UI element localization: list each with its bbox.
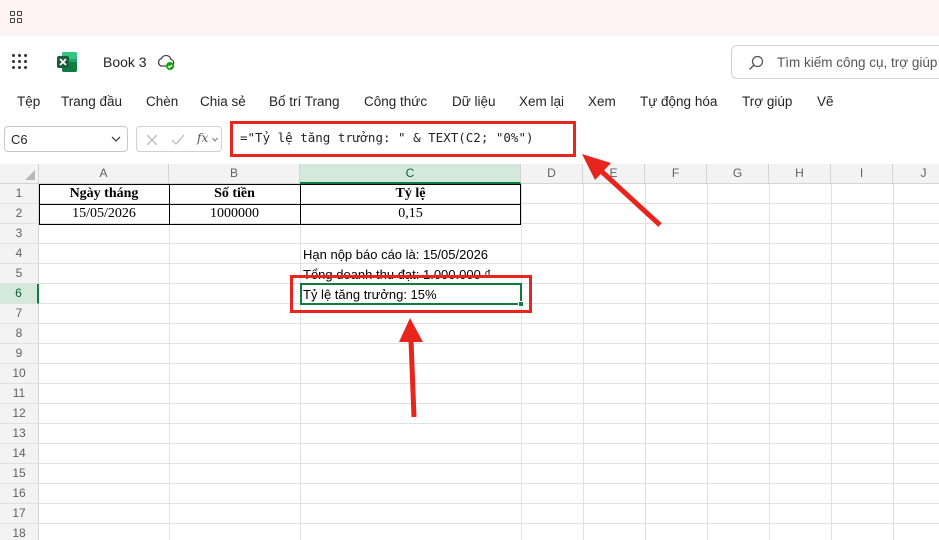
tab-insert[interactable]: Chèn (146, 94, 178, 109)
formula-buttons: fx (136, 126, 222, 152)
tab-file[interactable]: Tệp (17, 94, 40, 109)
app-launcher-icon[interactable] (10, 11, 23, 24)
row-header-8[interactable]: 8 (0, 324, 39, 344)
row-header-10[interactable]: 10 (0, 364, 39, 384)
gridline (39, 243, 939, 244)
tab-data[interactable]: Dữ liệu (452, 94, 496, 109)
cloud-sync-icon[interactable] (156, 54, 176, 70)
search-icon (749, 55, 764, 70)
column-header-i[interactable]: I (831, 164, 893, 184)
enter-check-icon[interactable] (171, 133, 185, 147)
gridline (707, 184, 708, 540)
tab-home[interactable]: Trang đầu (61, 94, 122, 109)
name-box[interactable]: C6 (4, 126, 128, 152)
row-header-9[interactable]: 9 (0, 344, 39, 364)
tab-review[interactable]: Xem lại (519, 94, 564, 109)
cell-a1[interactable]: Ngày tháng (39, 186, 169, 202)
row-header-11[interactable]: 11 (0, 384, 39, 404)
gridline (39, 323, 939, 324)
column-header-j[interactable]: J (893, 164, 939, 184)
ribbon-tabs: Tệp Trang đầu Chèn Chia sẻ Bố trí Trang … (0, 88, 939, 118)
row-header-6[interactable]: 6 (0, 284, 39, 304)
column-header-c[interactable]: C (300, 164, 521, 184)
row-header-3[interactable]: 3 (0, 224, 39, 244)
tab-formulas[interactable]: Công thức (364, 94, 427, 109)
cell-a2[interactable]: 15/05/2026 (39, 206, 169, 222)
cell-c2[interactable]: 0,15 (300, 206, 521, 222)
tab-view[interactable]: Xem (588, 94, 616, 109)
gridline (39, 503, 939, 504)
gridline (39, 423, 939, 424)
gridline (39, 263, 939, 264)
gridline (39, 383, 939, 384)
gridline (583, 184, 584, 540)
gridline (893, 184, 894, 540)
row-header-1[interactable]: 1 (0, 184, 39, 204)
gridline (645, 184, 646, 540)
table-border (39, 184, 521, 185)
gridline (769, 184, 770, 540)
excel-logo-icon (57, 52, 77, 72)
cell-b1[interactable]: Số tiền (169, 186, 300, 202)
column-header-b[interactable]: B (169, 164, 300, 184)
row-header-13[interactable]: 13 (0, 424, 39, 444)
row-header-2[interactable]: 2 (0, 204, 39, 224)
row-header-16[interactable]: 16 (0, 484, 39, 504)
gridline (39, 403, 939, 404)
gridline (39, 443, 939, 444)
gridline (39, 463, 939, 464)
gridline (39, 343, 939, 344)
column-header-f[interactable]: F (645, 164, 707, 184)
top-bar (0, 0, 939, 36)
row-header-7[interactable]: 7 (0, 304, 39, 324)
search-placeholder: Tìm kiếm công cụ, trợ giúp (777, 55, 938, 70)
gridline (831, 184, 832, 540)
table-border (39, 204, 521, 205)
tab-draw[interactable]: Vẽ (817, 94, 834, 109)
chevron-down-icon[interactable] (111, 135, 121, 143)
result-highlight-box (290, 275, 532, 313)
formula-highlight-box (230, 121, 576, 157)
cell-c4[interactable]: Hạn nộp báo cáo là: 15/05/2026 (303, 247, 488, 262)
row-header-12[interactable]: 12 (0, 404, 39, 424)
row-header-17[interactable]: 17 (0, 504, 39, 524)
column-header-a[interactable]: A (39, 164, 169, 184)
gridline (300, 184, 301, 540)
spreadsheet-grid[interactable]: A B C D E F G H I J 1 2 3 4 5 6 7 8 9 10… (0, 164, 939, 540)
gridline (39, 363, 939, 364)
cell-c1[interactable]: Tỷ lệ (300, 186, 521, 202)
gridline (169, 184, 170, 540)
workbook-title[interactable]: Book 3 (103, 54, 147, 70)
name-box-value: C6 (11, 132, 28, 147)
tab-page-layout[interactable]: Bố trí Trang (269, 94, 340, 109)
tab-share[interactable]: Chia sẻ (200, 94, 246, 109)
tab-automate[interactable]: Tự động hóa (640, 94, 717, 109)
row-header-4[interactable]: 4 (0, 244, 39, 264)
gridline (39, 483, 939, 484)
tab-help[interactable]: Trợ giúp (742, 94, 792, 109)
column-header-g[interactable]: G (707, 164, 769, 184)
gridline (39, 523, 939, 524)
gridline (521, 184, 522, 540)
column-header-e[interactable]: E (583, 164, 645, 184)
chevron-down-icon[interactable] (212, 137, 218, 142)
cell-b2[interactable]: 1000000 (169, 206, 300, 222)
insert-function-button[interactable]: fx (197, 131, 208, 145)
waffle-menu-icon[interactable] (12, 54, 28, 70)
row-header-18[interactable]: 18 (0, 524, 39, 540)
row-header-5[interactable]: 5 (0, 264, 39, 284)
table-border (39, 224, 521, 225)
row-header-14[interactable]: 14 (0, 444, 39, 464)
column-header-h[interactable]: H (769, 164, 831, 184)
column-header-d[interactable]: D (521, 164, 583, 184)
row-header-15[interactable]: 15 (0, 464, 39, 484)
cancel-icon[interactable] (145, 133, 159, 147)
select-all-corner[interactable] (0, 164, 39, 184)
search-input[interactable]: Tìm kiếm công cụ, trợ giúp (731, 45, 939, 79)
